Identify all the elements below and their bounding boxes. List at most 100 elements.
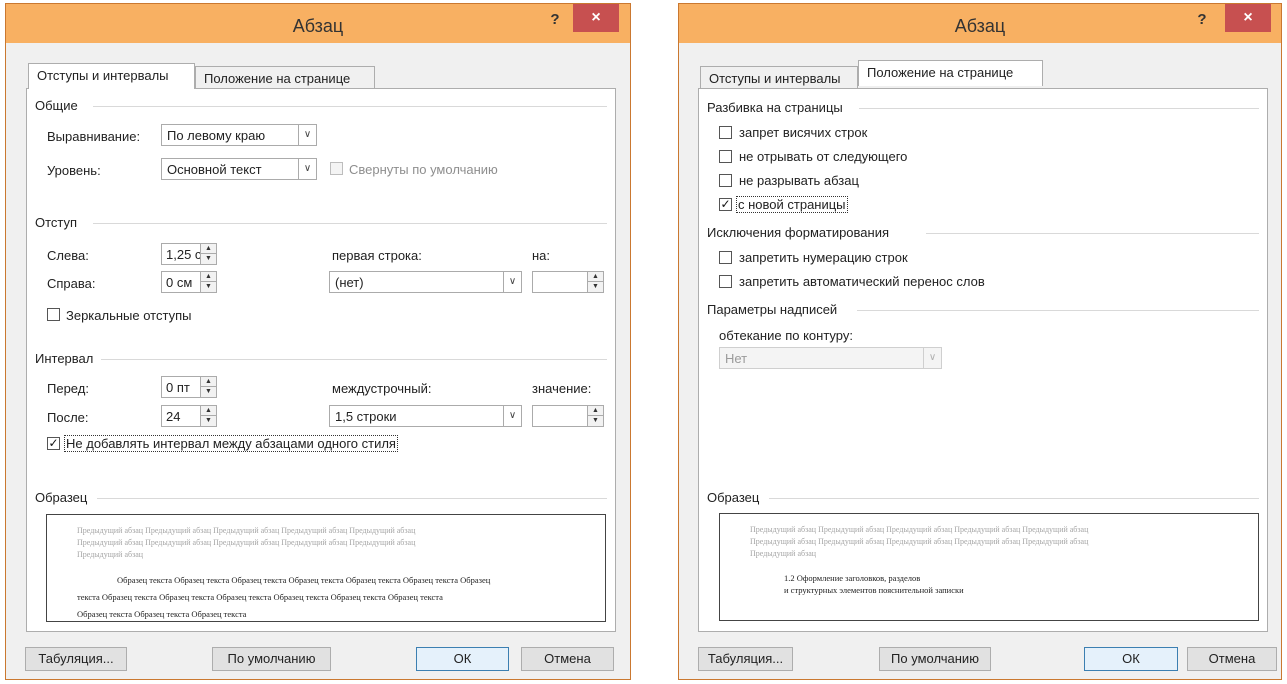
divider [926,233,1259,234]
keep-lines-together-checkbox[interactable] [719,174,732,187]
set-default-button[interactable]: По умолчанию [212,647,331,671]
spin-up-icon[interactable]: ▲ [201,406,216,416]
group-indent-title: Отступ [35,215,78,230]
page-break-before-label: с новой страницы [736,196,848,213]
preview-box: Предыдущий абзац Предыдущий абзац Предыд… [46,514,606,622]
chevron-down-icon: ∨ [923,348,941,368]
cancel-button[interactable]: Отмена [1187,647,1277,671]
help-button[interactable]: ? [1189,9,1215,33]
divider [101,359,607,360]
chevron-down-icon: ∨ [298,159,316,179]
divider [93,106,607,107]
preview-previous-paragraph: Предыдущий абзац Предыдущий абзац Предыд… [750,525,1089,558]
group-preview-title: Образец [707,490,760,505]
line-spacing-label: междустрочный: [332,381,432,396]
spin-down-icon[interactable]: ▼ [588,282,603,292]
keep-with-next-label: не отрывать от следующего [739,149,908,164]
cancel-button[interactable]: Отмена [521,647,614,671]
spin-up-icon[interactable]: ▲ [588,272,603,282]
divider [93,223,607,224]
spin-down-icon[interactable]: ▼ [201,387,216,397]
spin-up-icon[interactable]: ▲ [201,377,216,387]
group-exceptions-title: Исключения форматирования [707,225,890,240]
tab-indents-and-spacing[interactable]: Отступы и интервалы [700,66,858,89]
mirror-indents-checkbox[interactable] [47,308,60,321]
mirror-indents-label: Зеркальные отступы [66,308,192,323]
spin-down-icon[interactable]: ▼ [201,282,216,292]
close-button[interactable]: × [573,4,619,32]
spacing-after-label: После: [47,410,89,425]
suppress-line-numbers-checkbox[interactable] [719,251,732,264]
chevron-down-icon: ∨ [503,406,521,426]
keep-lines-together-label: не разрывать абзац [739,173,859,188]
indent-by-label: на: [532,248,551,263]
outline-level-select[interactable]: Основной текст ∨ [161,158,317,180]
suppress-line-numbers-label: запретить нумерацию строк [739,250,908,265]
outline-level-label: Уровень: [47,163,101,178]
paragraph-dialog-indents: Абзац ? × Отступы и интервалы Положение … [5,3,631,680]
tabs-button[interactable]: Табуляция... [698,647,793,671]
indent-by-spinner[interactable]: ▲ ▼ [532,271,604,293]
title-bar[interactable]: Абзац ? × [6,4,630,43]
dont-add-space-label: Не добавлять интервал между абзацами одн… [64,435,398,452]
divider [859,108,1259,109]
preview-sample-text: 1.2 Оформление заголовков, разделов и ст… [784,573,964,595]
spacing-before-label: Перед: [47,381,89,396]
dont-hyphenate-checkbox[interactable] [719,275,732,288]
alignment-label: Выравнивание: [47,129,141,144]
spin-up-icon[interactable]: ▲ [201,244,216,254]
preview-previous-paragraph: Предыдущий абзац Предыдущий абзац Предыд… [77,526,416,559]
tight-wrap-select[interactable]: Нет ∨ [719,347,942,369]
indent-right-spinner[interactable]: 0 см ▲ ▼ [161,271,217,293]
spacing-value-label: значение: [532,381,592,396]
dont-hyphenate-label: запретить автоматический перенос слов [739,274,985,289]
spacing-after-spinner[interactable]: 24 ▲ ▼ [161,405,217,427]
divider [857,310,1259,311]
paragraph-dialog-line-page-breaks: Абзац ? × Отступы и интервалы Положение … [678,3,1282,680]
close-button[interactable]: × [1225,4,1271,32]
divider [97,498,607,499]
line-spacing-select[interactable]: 1,5 строки ∨ [329,405,522,427]
indent-left-label: Слева: [47,248,89,263]
group-pagination-title: Разбивка на страницы [707,100,843,115]
spin-down-icon[interactable]: ▼ [588,416,603,426]
spin-down-icon[interactable]: ▼ [201,416,216,426]
group-general-title: Общие [35,98,78,113]
spin-down-icon[interactable]: ▼ [201,254,216,264]
chevron-down-icon: ∨ [503,272,521,292]
dialog-title: Абзац [292,16,344,36]
page-break-before-checkbox[interactable]: ✓ [719,198,732,211]
group-spacing-title: Интервал [35,351,94,366]
spacing-before-spinner[interactable]: 0 пт ▲ ▼ [161,376,217,398]
spin-up-icon[interactable]: ▲ [201,272,216,282]
collapsed-checkbox[interactable] [330,162,343,175]
ok-button[interactable]: ОК [416,647,509,671]
dont-add-space-checkbox[interactable]: ✓ [47,437,60,450]
widow-control-label: запрет висячих строк [739,125,868,140]
tab-panel: Разбивка на страницы запрет висячих стро… [698,88,1268,632]
set-default-button[interactable]: По умолчанию [879,647,991,671]
spacing-value-spinner[interactable]: ▲ ▼ [532,405,604,427]
tab-indents-and-spacing[interactable]: Отступы и интервалы [28,63,195,89]
preview-box: Предыдущий абзац Предыдущий абзац Предыд… [719,513,1259,621]
tab-line-and-page-breaks[interactable]: Положение на странице [858,60,1043,86]
spin-up-icon[interactable]: ▲ [588,406,603,416]
keep-with-next-checkbox[interactable] [719,150,732,163]
first-line-select[interactable]: (нет) ∨ [329,271,522,293]
ok-button[interactable]: ОК [1084,647,1178,671]
group-preview-title: Образец [35,490,88,505]
collapsed-label: Свернуты по умолчанию [349,162,498,177]
first-line-label: первая строка: [332,248,422,263]
indent-right-label: Справа: [47,276,96,291]
divider [769,498,1259,499]
tabs-button[interactable]: Табуляция... [25,647,127,671]
tight-wrap-label: обтекание по контуру: [719,328,853,343]
help-button[interactable]: ? [542,9,568,33]
preview-sample-text: Образец текста Образец текста Образец те… [77,575,491,619]
indent-left-spinner[interactable]: 1,25 см ▲ ▼ [161,243,217,265]
group-textbox-title: Параметры надписей [707,302,838,317]
tab-line-and-page-breaks[interactable]: Положение на странице [195,66,375,89]
alignment-select[interactable]: По левому краю ∨ [161,124,317,146]
widow-control-checkbox[interactable] [719,126,732,139]
title-bar[interactable]: Абзац ? × [679,4,1281,43]
